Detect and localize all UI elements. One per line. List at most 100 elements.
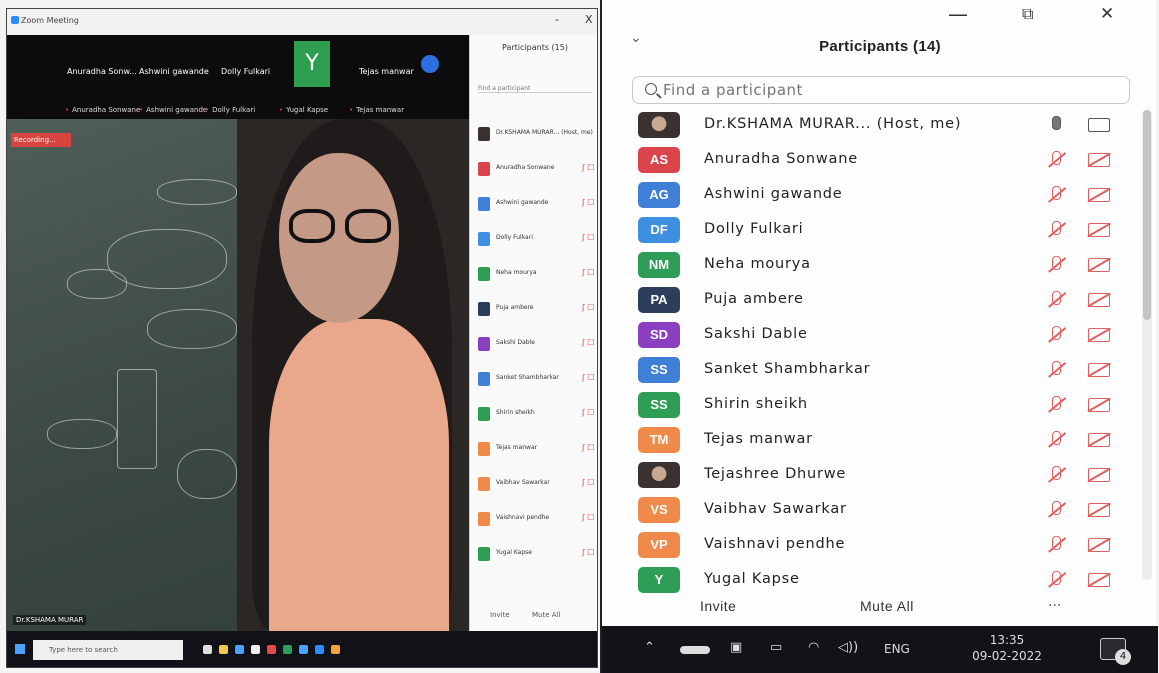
taskbar-tray: ⌃ ▣ ▭ ◠ ◁)) ENG 13:35 09-02-2022 4 <box>602 626 1158 673</box>
camera-off-icon[interactable] <box>1088 363 1110 377</box>
participant-row[interactable]: VS Vaibhav Sawarkar <box>602 493 1142 527</box>
windows-start-icon[interactable] <box>15 644 25 654</box>
camera-off-icon[interactable] <box>1088 398 1110 412</box>
chrome-icon[interactable] <box>283 645 292 654</box>
participant-row[interactable]: Yugal Kapse ʃ ☐ <box>478 545 596 563</box>
mic-muted-icon[interactable] <box>1046 395 1066 415</box>
camera-off-icon[interactable] <box>1088 293 1110 307</box>
mic-muted-icon[interactable] <box>1046 185 1066 205</box>
participant-row[interactable]: Sanket Shambharkar ʃ ☐ <box>478 370 596 388</box>
scrollbar-thumb[interactable] <box>1143 110 1151 320</box>
participant-row[interactable]: SD Sakshi Dable <box>602 318 1142 352</box>
participant-row[interactable]: Shirin sheikh ʃ ☐ <box>478 405 596 423</box>
camera-off-icon[interactable] <box>1088 258 1110 272</box>
participant-row[interactable]: Tejashree Dhurwe <box>602 458 1142 492</box>
camera-off-icon[interactable] <box>1088 153 1110 167</box>
participant-row[interactable]: Vaishnavi pendhe ʃ ☐ <box>478 510 596 528</box>
mic-muted-icon[interactable] <box>1046 535 1066 555</box>
participant-row[interactable]: Dolly Fulkari ʃ ☐ <box>478 230 596 248</box>
close-button[interactable]: X <box>585 13 593 26</box>
participant-row[interactable]: DF Dolly Fulkari <box>602 213 1142 247</box>
scrollbar[interactable] <box>1142 110 1152 580</box>
close-button[interactable]: ✕ <box>1100 2 1114 26</box>
mic-muted-icon[interactable] <box>1046 570 1066 590</box>
participant-name: Sanket Shambharkar <box>704 361 871 377</box>
app-icon[interactable] <box>331 645 340 654</box>
mic-muted-icon[interactable] <box>1046 360 1066 380</box>
speaker-shirt <box>269 319 449 631</box>
participant-row[interactable]: Dr.KSHAMA MURAR... (Host, me) <box>602 108 1142 142</box>
participant-row[interactable]: PA Puja ambere <box>602 283 1142 317</box>
more-options-button[interactable]: ... <box>1048 594 1061 610</box>
camera-off-icon[interactable] <box>1088 328 1110 342</box>
mic-muted-icon[interactable] <box>1046 325 1066 345</box>
mic-muted-icon[interactable] <box>1046 430 1066 450</box>
participant-row[interactable]: AS Anuradha Sonwane <box>602 143 1142 177</box>
minimize-button[interactable]: — <box>948 2 968 26</box>
minimize-button[interactable]: - <box>555 13 559 26</box>
volume-icon[interactable]: ◁)) <box>838 640 858 655</box>
mute-all-button[interactable]: Mute All <box>860 598 914 614</box>
participant-row[interactable]: Neha mourya ʃ ☐ <box>478 265 596 283</box>
participant-search-box[interactable] <box>632 76 1130 104</box>
camera-off-icon[interactable] <box>1088 468 1110 482</box>
chevron-up-icon[interactable]: ⌃ <box>644 640 655 655</box>
participant-row[interactable]: Sakshi Dable ʃ ☐ <box>478 335 596 353</box>
participant-row[interactable]: NM Neha mourya <box>602 248 1142 282</box>
mic-muted-icon[interactable] <box>1046 290 1066 310</box>
camera-off-icon[interactable] <box>1088 433 1110 447</box>
participant-row[interactable]: SS Sanket Shambharkar <box>602 353 1142 387</box>
clock[interactable]: 13:35 09-02-2022 <box>962 632 1052 664</box>
file-explorer-icon[interactable] <box>219 645 228 654</box>
participant-row[interactable]: SS Shirin sheikh <box>602 388 1142 422</box>
participant-row[interactable]: Dr.KSHAMA MURAR... (Host, me) <box>478 125 596 143</box>
notification-icon[interactable]: 4 <box>1100 638 1131 665</box>
participant-row[interactable]: Vaibhav Sawarkar ʃ ☐ <box>478 475 596 493</box>
mute-all-button-mini[interactable]: Mute All <box>532 611 560 619</box>
participant-row[interactable]: Anuradha Sonwane ʃ ☐ <box>478 160 596 178</box>
camera-off-icon[interactable] <box>1088 223 1110 237</box>
wifi-icon[interactable]: ◠ <box>808 640 819 655</box>
invite-button[interactable]: Invite <box>700 598 736 614</box>
participant-row[interactable]: Puja ambere ʃ ☐ <box>478 300 596 318</box>
store-icon[interactable] <box>235 645 244 654</box>
mic-muted-icon[interactable] <box>1046 255 1066 275</box>
invite-button-mini[interactable]: Invite <box>490 611 510 619</box>
panel-search[interactable]: Find a participant <box>478 85 592 93</box>
mic-muted-icon[interactable] <box>1046 150 1066 170</box>
task-view-icon[interactable] <box>203 645 212 654</box>
participant-row[interactable]: Tejas manwar ʃ ☐ <box>478 440 596 458</box>
participant-row[interactable]: Y Yugal Kapse <box>602 563 1142 597</box>
tile-name: Ashwini gawande <box>139 67 209 76</box>
mic-muted-icon[interactable] <box>1046 220 1066 240</box>
computer-icon[interactable]: ▣ <box>730 640 742 655</box>
camera-off-icon[interactable] <box>1088 503 1110 517</box>
taskbar-search[interactable]: Type here to search <box>33 640 183 660</box>
app-icon[interactable] <box>267 645 276 654</box>
screen: Zoom Meeting - X Anuradha Sonw... Anurad… <box>0 0 1159 673</box>
search-input[interactable] <box>663 79 1103 101</box>
participant-row[interactable]: AG Ashwini gawande <box>602 178 1142 212</box>
participant-row[interactable]: TM Tejas manwar <box>602 423 1142 457</box>
participant-name: Vaishnavi pendhe <box>704 536 846 552</box>
app-icon[interactable] <box>299 645 308 654</box>
camera-icon[interactable] <box>1088 118 1110 132</box>
participant-row[interactable]: VP Vaishnavi pendhe <box>602 528 1142 562</box>
yugal-avatar-tile[interactable]: Y <box>294 41 330 87</box>
camera-off-icon[interactable] <box>1088 188 1110 202</box>
camera-off-icon[interactable] <box>1088 573 1110 587</box>
mic-muted-icon[interactable] <box>1046 500 1066 520</box>
language-indicator[interactable]: ENG <box>884 642 910 656</box>
app-icon[interactable] <box>251 645 260 654</box>
zoom-logo-icon <box>11 16 19 24</box>
cloud-icon[interactable] <box>680 646 710 654</box>
restore-button[interactable]: ⧉ <box>1022 2 1033 26</box>
battery-icon[interactable]: ▭ <box>770 640 782 655</box>
participant-name: Ashwini gawande <box>704 186 843 202</box>
camera-off-icon[interactable] <box>1088 538 1110 552</box>
zoom-taskbar-icon[interactable] <box>315 645 324 654</box>
avatar: VP <box>638 532 680 558</box>
microphone-icon[interactable] <box>1046 115 1066 135</box>
mic-muted-icon[interactable] <box>1046 465 1066 485</box>
participant-row[interactable]: Ashwini gawande ʃ ☐ <box>478 195 596 213</box>
